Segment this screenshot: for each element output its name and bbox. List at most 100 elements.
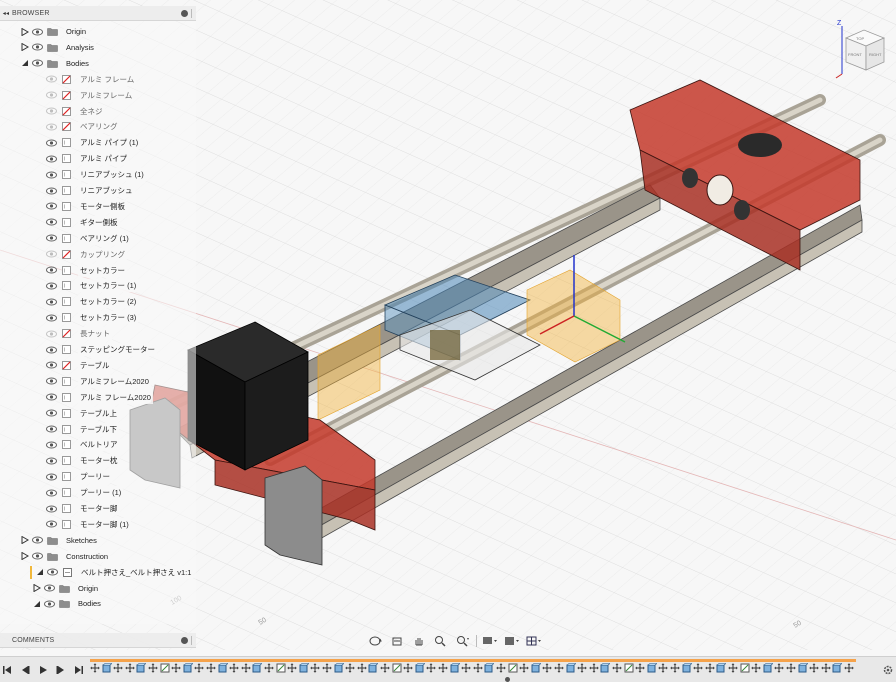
expand-closed-icon[interactable] (20, 536, 29, 545)
move-feature-icon[interactable] (844, 663, 854, 673)
browser-row[interactable]: セットカラー (1) (46, 278, 139, 293)
collapse-panel-icon[interactable]: ◂◂ (0, 10, 12, 17)
browser-row[interactable]: アルミ フレーム (46, 72, 137, 87)
body-feature-icon[interactable] (484, 663, 496, 673)
visibility-eye-icon[interactable] (46, 187, 57, 195)
visibility-eye-icon[interactable] (46, 298, 57, 306)
browser-row[interactable]: 長ナット (46, 326, 112, 341)
next-step-button[interactable] (54, 663, 68, 677)
visibility-eye-icon[interactable] (46, 330, 57, 338)
move-feature-icon[interactable] (241, 663, 251, 673)
browser-row[interactable]: テーブル上 (46, 406, 120, 421)
move-feature-icon[interactable] (542, 663, 552, 673)
browser-row[interactable]: Sketches (20, 533, 99, 548)
body-feature-icon[interactable] (334, 663, 345, 673)
visibility-eye-icon[interactable] (46, 234, 57, 242)
browser-row[interactable]: Bodies (32, 596, 103, 611)
body-feature-icon[interactable] (299, 663, 310, 673)
move-feature-icon[interactable] (125, 663, 135, 673)
move-feature-icon[interactable] (496, 663, 506, 673)
browser-row[interactable]: 全ネジ (46, 104, 105, 119)
browser-row[interactable]: リニアブッシュ (46, 183, 135, 198)
expand-open-icon[interactable] (35, 568, 44, 577)
body-feature-icon[interactable] (798, 663, 809, 673)
move-feature-icon[interactable] (786, 663, 796, 673)
grid-settings-button[interactable] (503, 634, 521, 648)
visibility-eye-icon[interactable] (46, 155, 57, 163)
browser-row[interactable]: アルミ パイプ (46, 151, 130, 166)
move-feature-icon[interactable] (90, 663, 100, 673)
move-feature-icon[interactable] (287, 663, 297, 673)
move-feature-icon[interactable] (322, 663, 332, 673)
zoom-button[interactable] (432, 634, 450, 648)
expand-closed-icon[interactable] (32, 584, 41, 593)
view-cube[interactable]: Z TOP FRONT RIGHT (834, 16, 892, 82)
pan-button[interactable] (410, 634, 428, 648)
move-feature-icon[interactable] (821, 663, 831, 673)
visibility-eye-icon[interactable] (46, 91, 57, 99)
expand-closed-icon[interactable] (20, 552, 29, 561)
visibility-eye-icon[interactable] (46, 171, 57, 179)
browser-row[interactable]: ベアリング (46, 119, 120, 134)
viewcube-right[interactable]: RIGHT (869, 52, 882, 57)
visibility-eye-icon[interactable] (32, 28, 43, 36)
move-feature-icon[interactable] (461, 663, 471, 673)
move-feature-icon[interactable] (774, 663, 784, 673)
visibility-eye-icon[interactable] (44, 600, 55, 608)
visibility-eye-icon[interactable] (46, 218, 57, 226)
visibility-eye-icon[interactable] (46, 123, 57, 131)
stepping-motor[interactable] (187, 321, 309, 471)
move-feature-icon[interactable] (438, 663, 448, 673)
expand-closed-icon[interactable] (20, 43, 29, 52)
body-feature-icon[interactable] (716, 663, 728, 673)
visibility-eye-icon[interactable] (44, 584, 55, 592)
browser-row[interactable]: プーリー (1) (46, 485, 124, 500)
browser-row[interactable]: ベルト押さえ_ベルト押さえ v1:1 (30, 565, 194, 580)
move-feature-icon[interactable] (194, 663, 204, 673)
browser-row[interactable]: セットカラー (3) (46, 310, 139, 325)
browser-row[interactable]: モーター脚 (46, 501, 120, 516)
body-feature-icon[interactable] (600, 663, 612, 673)
body-feature-icon[interactable] (102, 663, 113, 673)
body-feature-icon[interactable] (832, 663, 844, 673)
expand-open-icon[interactable] (20, 59, 29, 68)
browser-row[interactable]: アルミ パイプ (1) (46, 135, 141, 150)
visibility-eye-icon[interactable] (46, 250, 57, 258)
move-feature-icon[interactable] (264, 663, 274, 673)
visibility-eye-icon[interactable] (46, 361, 57, 369)
visibility-eye-icon[interactable] (46, 314, 57, 322)
move-feature-icon[interactable] (635, 663, 645, 673)
sketch-feature-icon[interactable] (160, 663, 170, 673)
visibility-eye-icon[interactable] (46, 520, 57, 528)
previous-step-button[interactable] (18, 663, 32, 677)
move-feature-icon[interactable] (148, 663, 158, 673)
browser-row[interactable]: ギター側板 (46, 215, 120, 230)
browser-row[interactable]: Analysis (20, 40, 96, 55)
browser-row[interactable]: ベルトリア (46, 437, 120, 452)
browser-row[interactable]: テーブル下 (46, 422, 120, 437)
visibility-eye-icon[interactable] (46, 266, 57, 274)
visibility-eye-icon[interactable] (46, 107, 57, 115)
body-feature-icon[interactable] (682, 663, 693, 673)
expand-closed-icon[interactable] (20, 27, 29, 36)
viewcube-front[interactable]: FRONT (848, 52, 862, 57)
visibility-eye-icon[interactable] (32, 536, 43, 544)
browser-row[interactable]: モーター枕 (46, 453, 120, 468)
browser-row[interactable]: ベアリング (1) (46, 231, 131, 246)
viewcube-top[interactable]: TOP (856, 36, 864, 41)
body-feature-icon[interactable] (647, 663, 658, 673)
browser-row[interactable]: セットカラー (2) (46, 294, 139, 309)
visibility-eye-icon[interactable] (46, 409, 57, 417)
visibility-eye-icon[interactable] (46, 425, 57, 433)
browser-row[interactable]: テーブル (46, 358, 112, 373)
body-feature-icon[interactable] (252, 663, 264, 673)
move-feature-icon[interactable] (577, 663, 587, 673)
comments-options-button[interactable] (177, 636, 191, 644)
browser-row[interactable]: Origin (32, 581, 101, 596)
browser-row[interactable]: カップリング (46, 247, 127, 262)
body-feature-icon[interactable] (183, 663, 194, 673)
body-feature-icon[interactable] (763, 663, 774, 673)
body-feature-icon[interactable] (368, 663, 380, 673)
move-feature-icon[interactable] (357, 663, 367, 673)
browser-options-button[interactable] (177, 9, 191, 17)
